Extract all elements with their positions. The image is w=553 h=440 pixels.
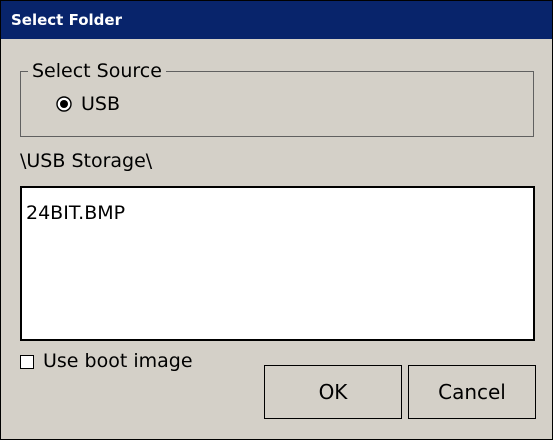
select-source-legend: Select Source (28, 59, 166, 83)
title-bar: Select Folder (1, 1, 552, 39)
checkbox-unchecked-icon[interactable] (20, 354, 34, 369)
usb-radio-label[interactable]: USB (81, 92, 120, 116)
use-boot-image-label[interactable]: Use boot image (43, 349, 193, 373)
ok-button[interactable]: OK (264, 365, 402, 419)
file-list-item[interactable]: 24BIT.BMP (26, 201, 125, 225)
use-boot-image-checkbox[interactable]: Use boot image (20, 349, 193, 373)
cancel-button[interactable]: Cancel (408, 365, 536, 419)
dialog-title: Select Folder (11, 11, 122, 29)
current-path: \USB Storage\ (20, 150, 153, 172)
select-folder-dialog: Select Folder Select Source USB \USB Sto… (0, 0, 553, 440)
radio-selected-icon[interactable] (56, 96, 72, 112)
usb-radio-option[interactable]: USB (56, 92, 120, 116)
file-list[interactable]: 24BIT.BMP (20, 186, 535, 341)
